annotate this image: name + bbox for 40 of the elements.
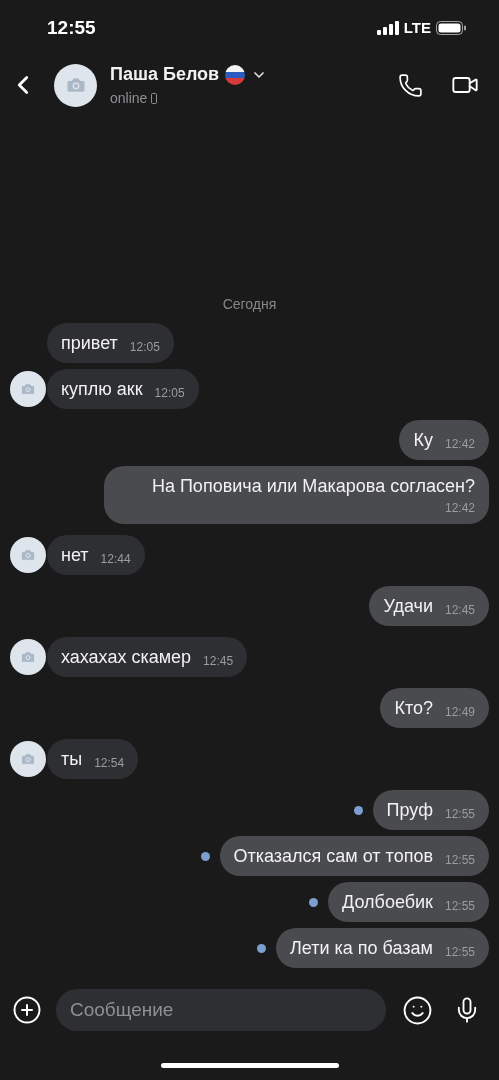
message-time: 12:55	[444, 806, 475, 823]
status-time: 12:55	[47, 15, 96, 40]
message-time: 12:55	[444, 898, 475, 915]
phone-device-icon	[151, 93, 158, 104]
message-text: Отказался сам от топов	[233, 845, 433, 868]
message-text: Долбоебик	[342, 891, 433, 914]
message-text: Пруф	[386, 799, 433, 822]
contact-status: online	[110, 89, 148, 108]
message-time: 12:45	[444, 602, 475, 619]
message-time: 12:54	[94, 755, 125, 772]
date-divider: Сегодня	[222, 295, 277, 314]
message-text: Кто?	[394, 697, 433, 720]
message-text: куплю акк	[61, 378, 143, 401]
message-input[interactable]: Сообщение	[56, 989, 386, 1031]
message-time: 12:05	[154, 385, 185, 402]
add-button[interactable]	[12, 995, 42, 1025]
message-text: Удачи	[383, 595, 433, 618]
message-time: 12:45	[203, 653, 234, 670]
message-text: хахахах скамер	[61, 646, 192, 669]
message-time: 12:05	[129, 339, 160, 356]
message-time: 12:49	[444, 704, 475, 721]
battery-icon	[436, 21, 466, 35]
message-text: привет	[61, 332, 118, 355]
avatar-icon	[54, 63, 97, 107]
network-label: LTE	[403, 17, 431, 38]
message-text: На Поповича или Макарова согласен?	[151, 475, 475, 498]
contact-name[interactable]: Паша Белов	[110, 61, 220, 88]
flag-icon	[225, 64, 246, 85]
message-time: 12:55	[444, 852, 475, 869]
message-text: Лети ка по базам	[290, 937, 433, 960]
message-text: Ку	[413, 429, 433, 452]
signal-icon	[376, 21, 399, 35]
call-button[interactable]	[398, 72, 423, 98]
message-time: 12:42	[444, 500, 475, 517]
message-text: ты	[61, 748, 83, 771]
message-time: 12:44	[100, 551, 131, 568]
message-time: 12:42	[444, 436, 475, 453]
message-text: нет	[61, 544, 89, 567]
message-time: 12:55	[444, 944, 475, 961]
emoji-button[interactable]	[402, 994, 433, 1026]
